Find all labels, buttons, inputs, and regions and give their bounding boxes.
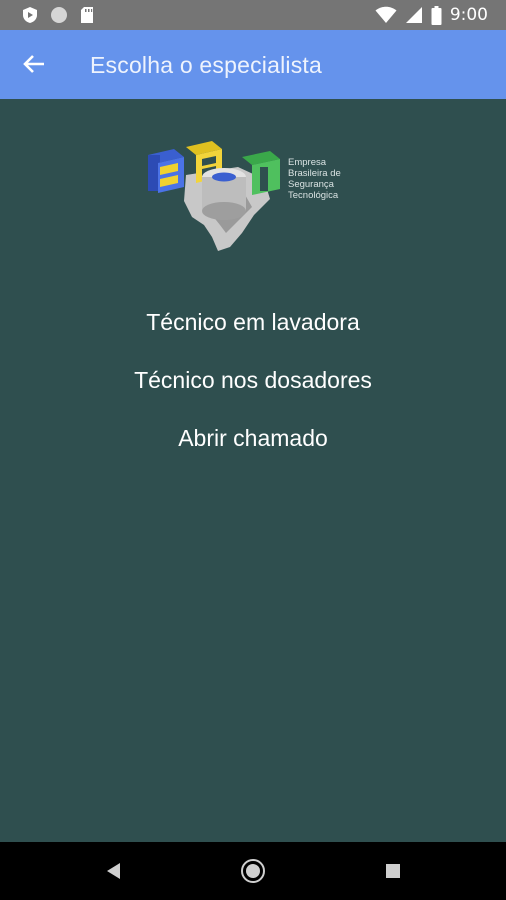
logo-line: Tecnológica (288, 190, 339, 201)
logo-graphic (148, 141, 280, 251)
signal-icon (405, 7, 422, 23)
wifi-icon (375, 6, 397, 23)
status-bar: 9:00 (0, 0, 506, 30)
nav-back-button[interactable] (97, 855, 129, 887)
menu-item-dosadores[interactable]: Técnico nos dosadores (0, 360, 506, 400)
company-logo: Empresa Brasileira de Segurança Tecnológ… (146, 137, 360, 253)
back-triangle-icon (107, 863, 120, 879)
status-right-icons: 9:00 (375, 5, 488, 25)
logo-line: Segurança (288, 179, 334, 190)
status-time: 9:00 (449, 5, 488, 25)
status-left-icons (22, 6, 94, 24)
menu-item-abrir-chamado[interactable]: Abrir chamado (0, 418, 506, 458)
battery-icon (431, 5, 442, 25)
logo-text: Empresa Brasileira de Segurança Tecnológ… (288, 157, 341, 201)
nav-home-button[interactable] (237, 855, 269, 887)
logo-line: Empresa (288, 157, 327, 168)
home-circle-icon (241, 859, 265, 883)
nav-recents-button[interactable] (377, 855, 409, 887)
app-bar: Escolha o especialista (0, 30, 506, 99)
menu-item-lavadora[interactable]: Técnico em lavadora (0, 302, 506, 342)
recents-square-icon (386, 864, 400, 878)
back-button[interactable] (14, 44, 54, 84)
circle-app-icon (51, 7, 67, 23)
nav-bar (0, 842, 506, 900)
page-title: Escolha o especialista (90, 52, 322, 78)
arrow-back-icon (23, 55, 44, 73)
sd-card-icon (81, 7, 93, 23)
logo-line: Brasileira de (288, 168, 341, 179)
shield-app-icon (23, 7, 37, 23)
